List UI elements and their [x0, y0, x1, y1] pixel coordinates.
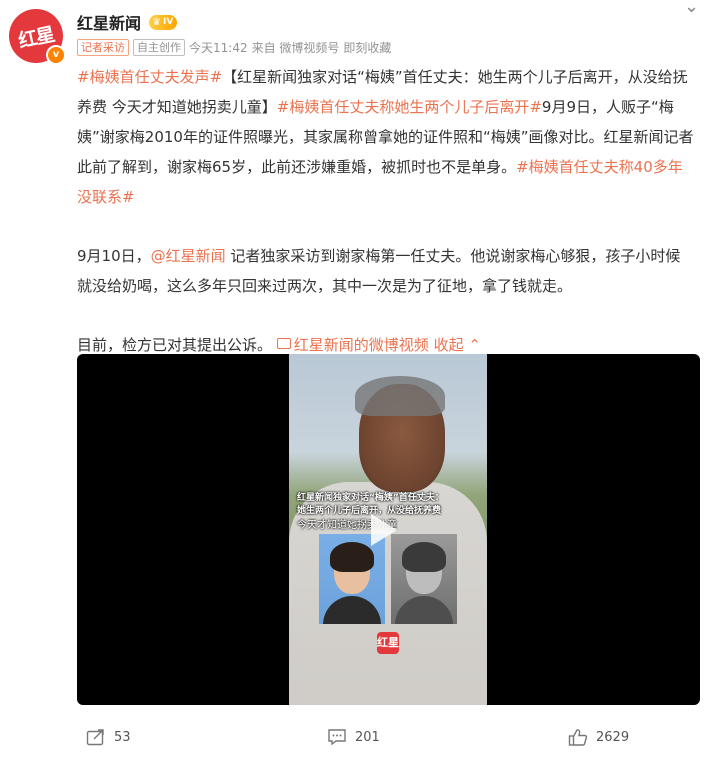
vip-badge[interactable]: ♛ IV — [149, 14, 178, 30]
repost-count: 53 — [114, 729, 131, 745]
repost-icon — [86, 729, 104, 746]
author-row: 红星新闻 ♛ IV — [77, 10, 178, 34]
video-watermark-logo: 红星 — [377, 632, 399, 654]
comment-button[interactable]: 201 — [327, 728, 380, 746]
hashtag-link[interactable]: #梅姨首任丈夫发声# — [77, 68, 222, 86]
post-meta: 记者采访 自主创作 今天11:42 来自 微博视频号 即刻收藏 — [77, 39, 391, 56]
post-source[interactable]: 来自 微博视频号 — [252, 39, 340, 56]
video-player[interactable]: 红星新闻独家对话“梅姨”首任丈夫： 她生两个儿子后离开，从没给抚养费 今天才知道… — [77, 354, 700, 705]
action-bar: 53 201 2629 — [0, 728, 711, 752]
video-frame[interactable]: 红星新闻独家对话“梅姨”首任丈夫： 她生两个儿子后离开，从没给抚养费 今天才知道… — [289, 354, 487, 705]
mention-link[interactable]: @红星新闻 — [151, 247, 226, 265]
sketch-photo-right — [391, 534, 457, 624]
video-person-hair — [355, 376, 445, 416]
id-photo-left — [319, 534, 385, 624]
post-time[interactable]: 今天11:42 — [189, 39, 248, 56]
crown-icon: ♛ — [152, 16, 161, 28]
play-icon[interactable] — [371, 514, 397, 546]
like-button[interactable]: 2629 — [568, 728, 629, 747]
post-body: #梅姨首任丈夫发声#【红星新闻独家对话“梅姨”首任丈夫：她生两个儿子后离开，从没… — [77, 62, 695, 360]
verified-badge-icon: v — [46, 45, 66, 65]
post-paragraph-2: 9月10日，@红星新闻 记者独家采访到谢家梅第一任丈夫。他说谢家梅心够狠，孩子小… — [77, 241, 695, 301]
post-text-span: 9月10日， — [77, 247, 151, 265]
tag-original: 自主创作 — [133, 39, 185, 56]
thumbs-up-icon — [568, 729, 588, 746]
read-later-button[interactable]: 即刻收藏 — [343, 39, 391, 56]
video-link-label: 红星新闻的微博视频 — [293, 336, 429, 354]
hashtag-link[interactable]: #梅姨首任丈夫称她生两个儿子后离开# — [277, 98, 542, 116]
post-text-span: 目前，检方已对其提出公诉。 — [77, 336, 277, 354]
tag-reporter-interview: 记者采访 — [77, 39, 129, 56]
vip-level: IV — [162, 16, 174, 27]
caption-line-1: 红星新闻独家对话“梅姨”首任丈夫： — [297, 493, 444, 503]
username[interactable]: 红星新闻 — [77, 10, 141, 34]
repost-button[interactable]: 53 — [86, 728, 131, 746]
video-link[interactable]: 红星新闻的微博视频 — [276, 336, 429, 354]
like-count: 2629 — [596, 730, 630, 745]
comment-icon — [328, 729, 346, 746]
collapse-label: 收起 — [433, 336, 464, 354]
collapse-button[interactable]: 收起 ⌃ — [434, 336, 481, 354]
chevron-down-icon[interactable]: ⌄ — [684, 0, 699, 16]
post-paragraph-1: #梅姨首任丈夫发声#【红星新闻独家对话“梅姨”首任丈夫：她生两个儿子后离开，从没… — [77, 62, 695, 212]
video-link-icon — [276, 338, 291, 349]
comment-count: 201 — [355, 729, 380, 745]
